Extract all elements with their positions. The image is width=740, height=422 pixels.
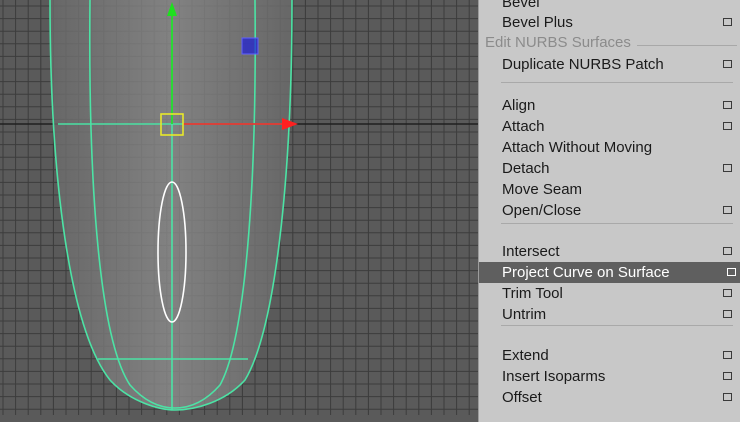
menu-item-label: Project Curve on Surface	[502, 264, 670, 281]
option-box-icon[interactable]	[723, 393, 732, 401]
menu-item-detach[interactable]: Detach	[479, 158, 740, 179]
menu-item-duplicate-nurbs-patch[interactable]: Duplicate NURBS Patch	[479, 54, 740, 75]
option-box-icon[interactable]	[723, 122, 732, 130]
menu-item-offset[interactable]: Offset	[479, 387, 740, 408]
menu-item-label: Move Seam	[502, 181, 583, 198]
menu-item-align[interactable]: Align	[479, 95, 740, 116]
viewport-canvas[interactable]	[0, 0, 480, 415]
option-box-icon[interactable]	[723, 101, 732, 109]
option-box-icon[interactable]	[723, 60, 732, 68]
modeling-viewport[interactable]	[0, 0, 480, 415]
option-box-icon[interactable]	[723, 289, 732, 297]
option-box-icon[interactable]	[723, 247, 732, 255]
menu-item-project-curve-on-surface[interactable]: Project Curve on Surface	[479, 262, 740, 283]
menu-divider	[501, 325, 733, 326]
menu-item-move-seam[interactable]: Move Seam	[479, 179, 740, 200]
menu-item-extend[interactable]: Extend	[479, 345, 740, 366]
menu-item-attach[interactable]: Attach	[479, 116, 740, 137]
option-box-icon[interactable]	[723, 310, 732, 318]
menu-item-intersect[interactable]: Intersect	[479, 241, 740, 262]
menu-item-label: Bevel Plus	[502, 14, 573, 31]
menu-item-attach-without-moving[interactable]: Attach Without Moving	[479, 137, 740, 158]
plane-handle[interactable]	[241, 37, 259, 55]
menu-item-label: Bevel	[502, 0, 540, 11]
option-box-icon[interactable]	[723, 372, 732, 380]
menu-item-label: Detach	[502, 160, 550, 177]
option-box-icon[interactable]	[723, 164, 732, 172]
menu-item-label: Duplicate NURBS Patch	[502, 56, 664, 73]
menu-divider	[501, 82, 733, 83]
menu-item-label: Offset	[502, 389, 542, 406]
menu-item-open-close[interactable]: Open/Close	[479, 200, 740, 221]
menu-item-label: Trim Tool	[502, 285, 563, 302]
option-box-icon[interactable]	[727, 268, 736, 276]
menu-item-label: Open/Close	[502, 202, 582, 219]
option-box-icon[interactable]	[723, 18, 732, 26]
menu-item-trim-tool[interactable]: Trim Tool	[479, 283, 740, 304]
menu-item-label: Insert Isoparms	[502, 368, 606, 385]
option-box-icon[interactable]	[723, 206, 732, 214]
menu-item-label: Align	[502, 97, 536, 114]
menu-item-untrim[interactable]: Untrim	[479, 304, 740, 325]
menu-item-label: Attach	[502, 118, 545, 135]
menu-divider	[501, 223, 733, 224]
menu-item-label: Extend	[502, 347, 549, 364]
menu-item-insert-isoparms[interactable]: Insert Isoparms	[479, 366, 740, 387]
surfaces-menu: Bevel Bevel Plus Edit NURBS Surfaces Duplic…	[478, 0, 740, 422]
menu-section-header: Edit NURBS Surfaces	[485, 34, 631, 51]
menu-header-divider	[637, 45, 737, 46]
menu-item-label: Attach Without Moving	[502, 139, 653, 156]
menu-item-bevel-plus[interactable]: Bevel Plus	[479, 12, 740, 33]
option-box-icon[interactable]	[723, 351, 732, 359]
menu-item-label: Untrim	[502, 306, 547, 323]
menu-item-label: Intersect	[502, 243, 560, 260]
